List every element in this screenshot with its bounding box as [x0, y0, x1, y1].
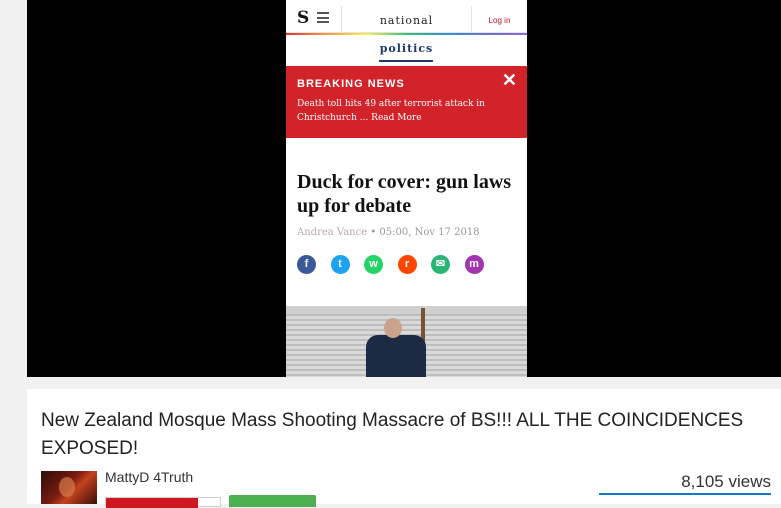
whatsapp-icon: w — [364, 255, 383, 274]
article-author: Andrea Vance — [297, 227, 368, 238]
video-player[interactable]: S national Log in politics BREAKING NEWS… — [27, 0, 781, 377]
video-frame-news-article: S national Log in politics BREAKING NEWS… — [286, 0, 527, 377]
article-photo — [286, 306, 527, 377]
email-icon: ✉ — [431, 255, 450, 274]
site-logo: S — [297, 8, 310, 28]
channel-name[interactable]: MattyD 4Truth — [105, 469, 193, 485]
action-button[interactable] — [229, 495, 316, 507]
breaking-news-label: BREAKING NEWS — [297, 78, 405, 90]
article-byline: Andrea Vance • 05:00, Nov 17 2018 — [297, 227, 480, 238]
breaking-news-banner: BREAKING NEWS ✕ Death toll hits 49 after… — [286, 66, 527, 138]
menu-icon — [317, 12, 329, 23]
subsection-title: politics — [379, 42, 434, 55]
twitter-icon: t — [330, 255, 350, 274]
rainbow-stripe — [286, 33, 527, 35]
view-count-bar — [599, 493, 771, 495]
breaking-news-text: Death toll hits 49 after terrorist attac… — [297, 99, 485, 123]
subscribe-button-fill — [106, 498, 198, 508]
messenger-icon: m — [464, 255, 484, 274]
photo-person — [366, 308, 430, 377]
video-info-panel: New Zealand Mosque Mass Shooting Massacr… — [27, 389, 781, 508]
subsection-underline — [379, 60, 433, 62]
facebook-icon: f — [297, 255, 316, 274]
photo-wall — [286, 306, 527, 314]
video-title: New Zealand Mosque Mass Shooting Massacr… — [41, 410, 744, 459]
channel-avatar[interactable] — [41, 471, 97, 504]
login-link: Log in — [488, 16, 511, 25]
article-headline: Duck for cover: gun laws up for debate — [297, 171, 512, 217]
reddit-icon: r — [397, 255, 417, 274]
byline-bullet: • — [370, 227, 377, 238]
view-count: 8,105 views — [681, 472, 771, 491]
site-masthead: S national Log in — [286, 4, 527, 33]
close-icon: ✕ — [501, 70, 517, 90]
subscribe-button[interactable] — [105, 497, 221, 508]
article-timestamp: 05:00, Nov 17 2018 — [379, 227, 480, 238]
section-title: national — [379, 14, 434, 27]
